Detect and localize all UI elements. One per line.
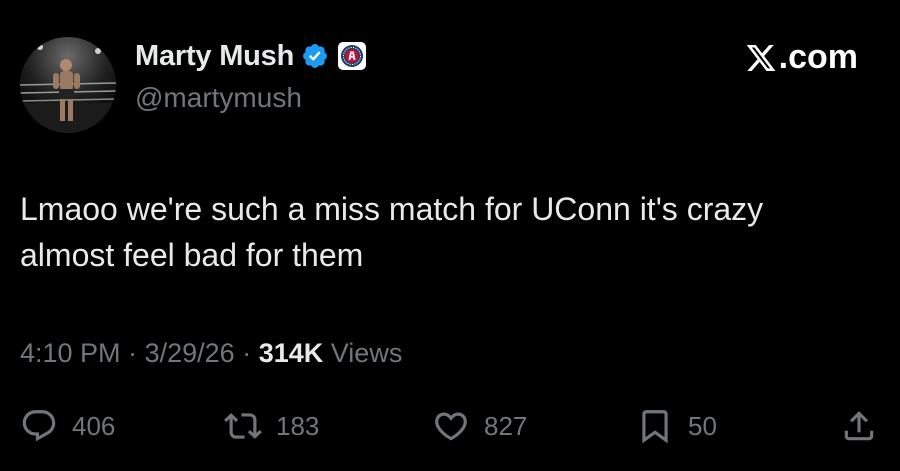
tweet-text: Lmaoo we're such a miss match for UConn … bbox=[20, 191, 764, 273]
views-count[interactable]: 314K bbox=[259, 338, 324, 368]
share-button[interactable] bbox=[840, 403, 878, 449]
author-name[interactable]: Marty Mush bbox=[135, 40, 294, 73]
reply-count: 406 bbox=[72, 410, 116, 441]
meta-separator: · bbox=[242, 338, 252, 368]
x-logo-icon bbox=[746, 44, 776, 71]
repost-button[interactable]: 183 bbox=[224, 403, 319, 449]
barstool-badge-icon[interactable] bbox=[337, 41, 367, 71]
x-brand-label: .com bbox=[778, 38, 858, 76]
heart-icon bbox=[435, 412, 467, 441]
repost-icon bbox=[224, 413, 262, 439]
author-name-row: Marty Mush bbox=[135, 36, 367, 76]
avatar[interactable] bbox=[20, 37, 116, 133]
tweet-time[interactable]: 4:10 PM bbox=[20, 338, 121, 368]
meta-separator: · bbox=[128, 338, 138, 368]
bookmark-button[interactable]: 50 bbox=[636, 403, 717, 449]
author-handle[interactable]: @martymush bbox=[135, 82, 302, 114]
x-brand-logo: .com bbox=[744, 38, 858, 77]
tweet-date[interactable]: 3/29/26 bbox=[145, 338, 235, 368]
action-bar: 406 183 827 50 bbox=[0, 403, 900, 449]
bookmark-icon bbox=[642, 410, 668, 444]
avatar-image bbox=[20, 37, 116, 133]
reply-button[interactable]: 406 bbox=[20, 403, 115, 449]
reply-icon bbox=[22, 410, 56, 442]
like-button[interactable]: 827 bbox=[432, 403, 527, 449]
share-icon bbox=[844, 411, 874, 441]
views-label[interactable]: Views bbox=[331, 338, 403, 368]
tweet-meta: 4:10 PM · 3/29/26 · 314K Views bbox=[20, 338, 402, 369]
bookmark-count: 50 bbox=[688, 410, 717, 441]
verified-badge-icon[interactable] bbox=[301, 42, 329, 70]
repost-count: 183 bbox=[276, 410, 320, 441]
like-count: 827 bbox=[484, 410, 528, 441]
